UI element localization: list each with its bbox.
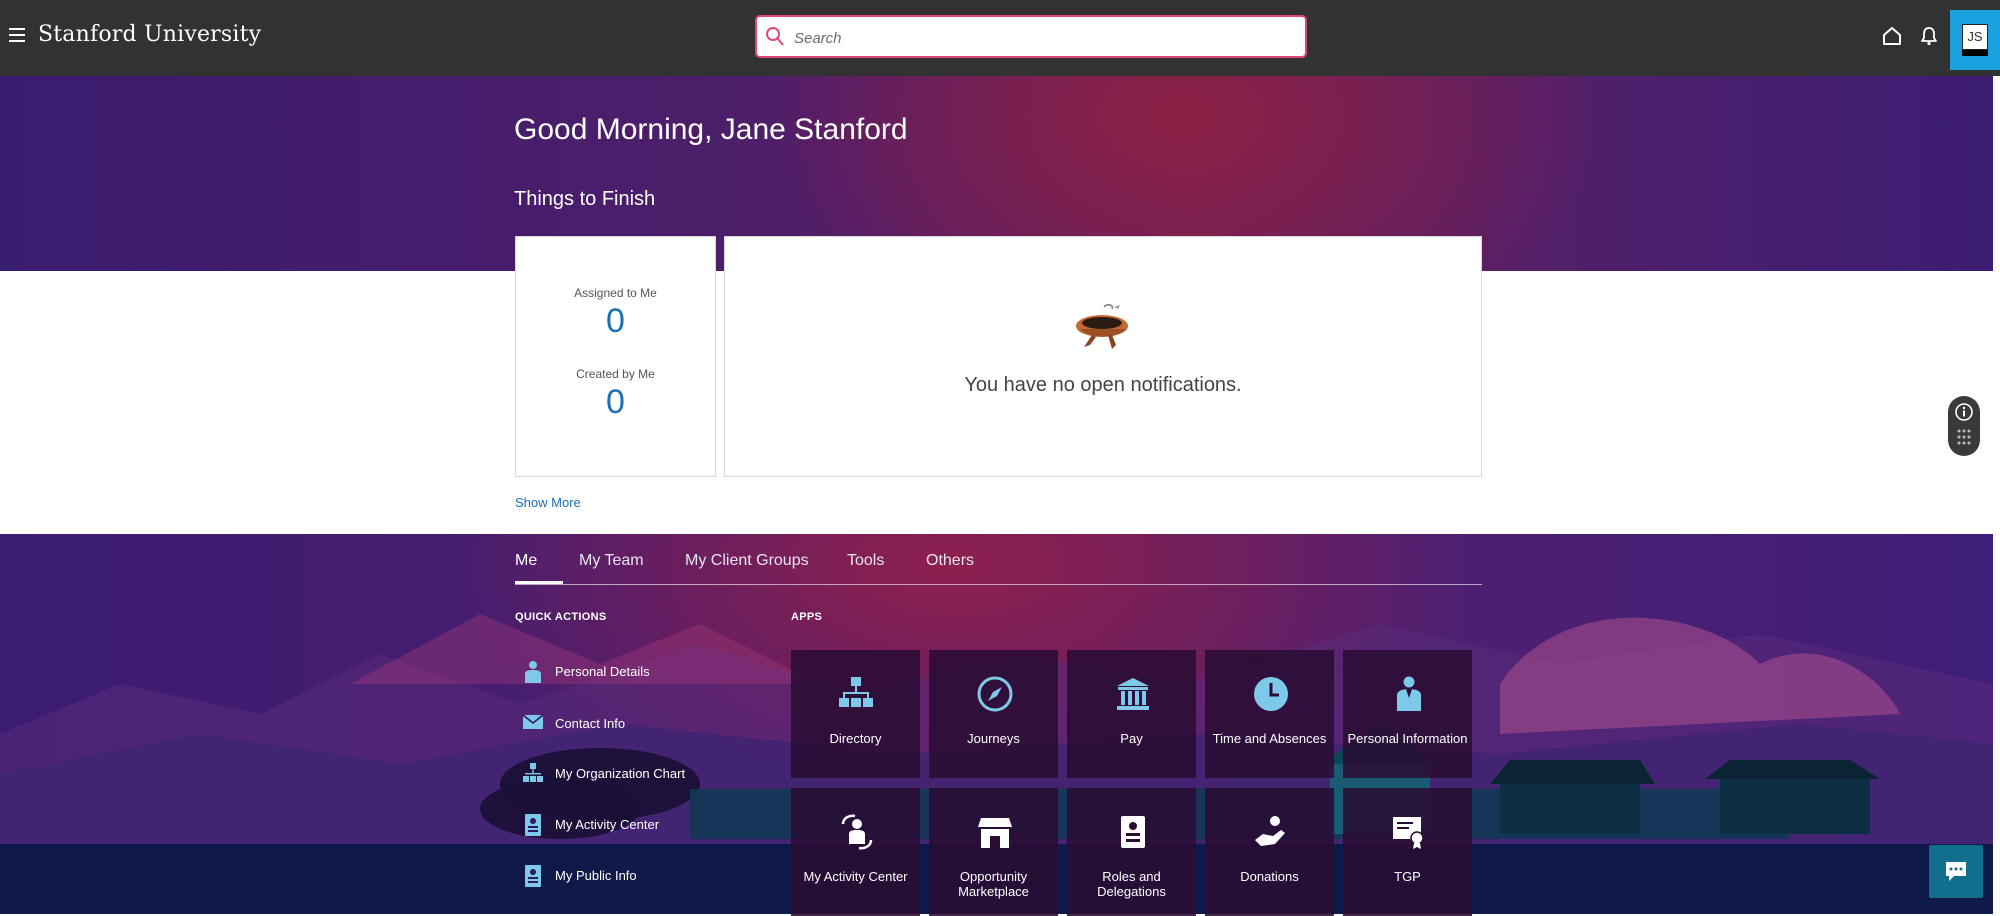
empty-nest-icon: [1076, 304, 1128, 349]
navigation-tabs: Me My Team My Client Groups Tools Others: [515, 552, 1482, 585]
chat-bubble-icon: [1946, 862, 1966, 881]
clock-icon: [1254, 677, 1288, 711]
task-counts-card: Assigned to Me 0 Created by Me 0: [515, 236, 716, 477]
app-tile-donations[interactable]: Donations: [1205, 788, 1334, 916]
app-tile-directory[interactable]: Directory: [791, 650, 920, 778]
grid-dots-icon[interactable]: [1956, 428, 1972, 448]
hamburger-menu-icon[interactable]: [9, 28, 25, 42]
activity-center-icon: [841, 814, 873, 850]
home-icon[interactable]: [1882, 26, 1902, 46]
quick-action-activity-center[interactable]: My Activity Center: [520, 813, 750, 837]
tab-tools[interactable]: Tools: [847, 552, 884, 570]
quick-action-label: Personal Details: [555, 664, 650, 679]
app-tile-label: Journeys: [967, 731, 1020, 746]
id-card-icon: [1121, 816, 1145, 848]
active-tab-indicator: [515, 581, 563, 584]
show-more-link[interactable]: Show More: [515, 495, 581, 510]
quick-action-label: My Public Info: [555, 868, 637, 883]
avatar-underline: [1962, 50, 1988, 56]
quick-action-org-chart[interactable]: My Organization Chart: [520, 762, 750, 786]
org-chart-icon: [523, 763, 543, 782]
things-to-finish-title: Things to Finish: [514, 188, 656, 210]
app-tile-label: Donations: [1240, 869, 1299, 884]
created-by-me-label: Created by Me: [576, 367, 655, 381]
org-chart-icon: [839, 677, 873, 707]
app-tile-roles-and-delegations[interactable]: Roles and Delegations: [1067, 788, 1196, 916]
quick-action-public-info[interactable]: My Public Info: [520, 864, 750, 888]
apps-title: APPS: [791, 611, 823, 623]
tab-my-team[interactable]: My Team: [579, 552, 644, 570]
storefront-icon: [978, 818, 1012, 848]
donation-icon: [1255, 816, 1285, 846]
app-tile-label: Opportunity Marketplace: [958, 869, 1029, 899]
search-input[interactable]: [792, 23, 1296, 53]
badge-icon: [525, 814, 541, 836]
greeting-heading: Good Morning, Jane Stanford: [514, 113, 908, 146]
bell-icon[interactable]: [1920, 26, 1938, 46]
no-notifications-message: You have no open notifications.: [964, 374, 1242, 396]
app-tile-opportunity-marketplace[interactable]: Opportunity Marketplace: [929, 788, 1058, 916]
certificate-icon: [1393, 817, 1424, 849]
envelope-icon: [522, 714, 544, 729]
user-avatar-button[interactable]: JS: [1950, 10, 2000, 70]
quick-action-label: Contact Info: [555, 716, 626, 731]
quick-action-label: My Organization Chart: [555, 766, 686, 781]
app-tile-label: Personal Information: [1347, 731, 1468, 746]
brand-logo[interactable]: Stanford University: [38, 22, 261, 47]
app-tile-tgp[interactable]: TGP: [1343, 788, 1472, 916]
person-icon: [1397, 676, 1421, 711]
app-tile-label: Roles and Delegations: [1097, 869, 1166, 899]
app-tile-label: My Activity Center: [803, 869, 908, 884]
quick-action-contact-info[interactable]: Contact Info: [520, 712, 750, 736]
info-icon[interactable]: [1954, 402, 1974, 422]
app-tile-label: Time and Absences: [1212, 731, 1327, 746]
app-tile-my-activity-center[interactable]: My Activity Center: [791, 788, 920, 916]
bank-icon: [1117, 678, 1149, 710]
assigned-to-me-label: Assigned to Me: [574, 286, 657, 300]
quick-actions-title: QUICK ACTIONS: [515, 611, 607, 623]
app-tile-label: Directory: [829, 731, 882, 746]
assigned-to-me-count[interactable]: 0: [516, 302, 715, 341]
app-tile-personal-information[interactable]: Personal Information: [1343, 650, 1472, 778]
app-tile-pay[interactable]: Pay: [1067, 650, 1196, 778]
compass-icon: [977, 676, 1013, 712]
tab-my-client-groups[interactable]: My Client Groups: [685, 552, 809, 570]
notifications-card: You have no open notifications.: [724, 236, 1482, 477]
search-box[interactable]: [755, 15, 1307, 58]
app-tile-label: Pay: [1120, 731, 1143, 746]
quick-action-personal-details[interactable]: Personal Details: [520, 660, 750, 684]
badge-icon: [525, 865, 541, 887]
avatar: JS: [1962, 24, 1988, 50]
app-tile-label: TGP: [1394, 869, 1421, 884]
tab-me[interactable]: Me: [515, 552, 537, 570]
app-tile-time-and-absences[interactable]: Time and Absences: [1205, 650, 1334, 778]
top-header: Stanford University JS: [0, 0, 2000, 76]
app-tile-journeys[interactable]: Journeys: [929, 650, 1058, 778]
quick-action-label: My Activity Center: [555, 817, 660, 832]
chat-button[interactable]: [1929, 845, 1983, 898]
search-icon: [766, 27, 784, 46]
created-by-me-count[interactable]: 0: [516, 383, 715, 422]
tab-others[interactable]: Others: [926, 552, 974, 570]
side-help-widget[interactable]: [1948, 396, 1980, 456]
person-icon: [525, 661, 541, 683]
